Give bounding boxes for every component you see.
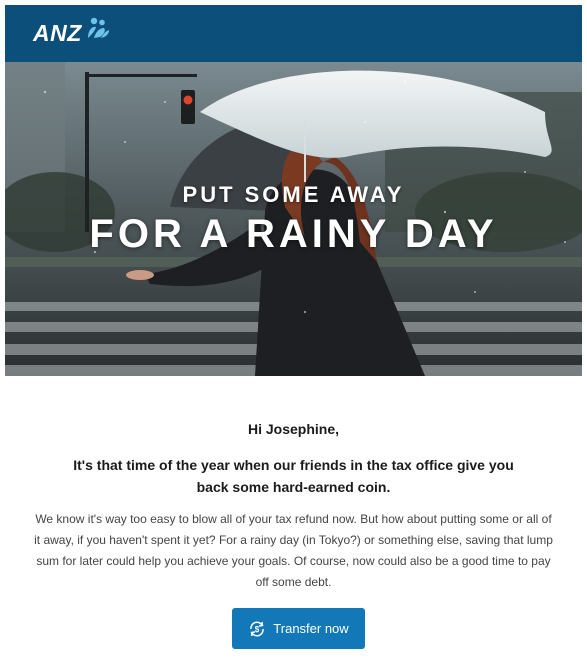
hero-subheadline: PUT SOME AWAY [182,182,405,207]
hero-banner: PUT SOME AWAY FOR A RAINY DAY [5,62,582,376]
lead-text: It's that time of the year when our frie… [73,457,514,495]
anz-people-icon [85,16,111,45]
transfer-dollar-icon: $ [248,620,266,638]
transfer-now-button[interactable]: $ Transfer now [232,608,365,649]
email: ANZ PUT SOME AWAY FOR A RAINY DAY Hi Jos… [0,0,587,669]
body-paragraph: We know it's way too easy to blow all of… [34,512,553,589]
logo-text: ANZ [33,20,82,46]
header-bar: ANZ [5,5,582,62]
email-body: Hi Josephine, It's that time of the year… [5,376,582,669]
hero-headline: FOR A RAINY DAY [89,212,498,256]
anz-logo[interactable]: ANZ [33,17,111,47]
svg-text:$: $ [255,625,260,634]
transfer-now-label: Transfer now [273,621,349,636]
greeting: Hi Josephine, [247,421,340,437]
